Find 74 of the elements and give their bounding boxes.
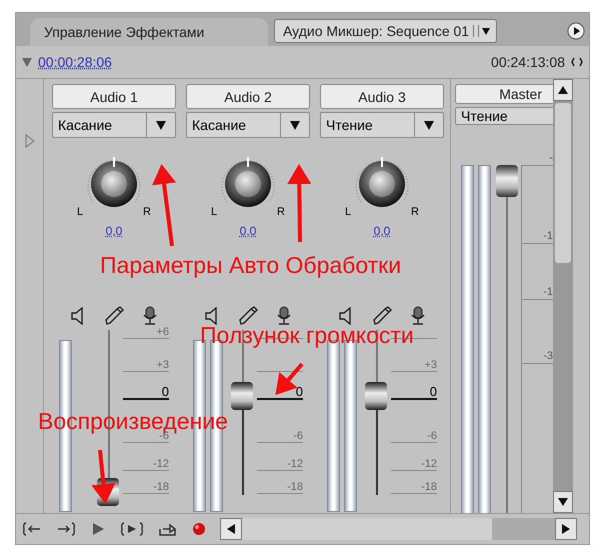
automation-dropdown[interactable]: Чтение (320, 112, 444, 138)
scale-label: -12 (153, 458, 169, 470)
scale-label: +3 (424, 359, 437, 371)
automation-dropdown[interactable]: Касание (186, 112, 310, 138)
scale-label: -3 (543, 350, 553, 362)
track-name-button[interactable]: Master (455, 84, 553, 104)
volume-fader-thumb[interactable] (496, 165, 518, 197)
caret-icon (424, 120, 434, 130)
left-label: L (345, 206, 352, 218)
pencil-icon[interactable] (104, 306, 124, 326)
pan-value[interactable]: 0,0 (240, 224, 256, 238)
scale-label: - (549, 152, 553, 164)
vertical-scrollbar[interactable] (553, 79, 573, 513)
pan-value[interactable]: 0,0 (374, 224, 390, 238)
scroll-left-icon[interactable] (227, 524, 235, 534)
horizontal-scrollbar[interactable] (220, 518, 577, 540)
annotation-text: Параметры Авто Обработки (100, 252, 402, 279)
panel-tab[interactable]: Аудио Микшер: Sequence 01 (274, 19, 498, 43)
track-name-button[interactable]: Audio 3 (320, 84, 444, 109)
annotation-text: Ползунок громкости (200, 322, 414, 349)
track-name-button[interactable]: Audio 1 (52, 84, 176, 109)
collapse-triangle-icon[interactable] (22, 58, 32, 66)
go-to-out-icon[interactable] (56, 521, 76, 537)
pencil-icon[interactable] (372, 306, 392, 326)
right-label: R (277, 206, 285, 218)
volume-fader-thumb[interactable] (231, 382, 253, 410)
caret-icon[interactable] (473, 25, 492, 37)
right-label: R (411, 206, 419, 218)
caret-icon (156, 120, 166, 130)
play-icon[interactable] (90, 521, 106, 537)
scroll-down-icon[interactable] (558, 498, 568, 506)
current-timecode[interactable]: 00:00:28:06 (38, 54, 112, 70)
automation-dropdown[interactable]: Касание (52, 112, 176, 138)
scale-label: 0 (430, 384, 437, 399)
scale-label: -12 (421, 458, 437, 470)
scale-label: +6 (156, 326, 169, 338)
fit-brackets-icon[interactable] (571, 57, 583, 67)
automation-dropdown[interactable]: Чтение (455, 107, 553, 125)
scale-label: -18 (153, 481, 169, 493)
volume-fader-thumb[interactable] (365, 382, 387, 410)
panel-tab[interactable]: Управление Эффектами (30, 18, 268, 46)
track-name-button[interactable]: Audio 2 (186, 84, 310, 109)
annotation-arrow (91, 450, 116, 504)
caret-icon (290, 120, 300, 130)
record-icon[interactable] (192, 522, 206, 536)
tab-label: Аудио Микшер: Sequence 01 (283, 23, 470, 39)
annotation-arrow (275, 362, 304, 396)
scale-label: 0 (162, 384, 169, 399)
scale-label: -1 (543, 230, 553, 242)
scale-label: -18 (287, 481, 303, 493)
loop-icon[interactable] (158, 521, 178, 537)
left-label: L (77, 206, 84, 218)
scroll-right-icon[interactable] (562, 524, 570, 534)
pan-value[interactable]: 0,0 (106, 224, 122, 238)
left-label: L (211, 206, 218, 218)
scale-label: -6 (293, 430, 303, 442)
play-in-to-out-icon[interactable] (120, 521, 144, 537)
scale-label: -1 (543, 286, 553, 298)
pencil-icon[interactable] (238, 306, 258, 326)
microphone-icon[interactable] (410, 306, 426, 326)
microphone-icon[interactable] (142, 306, 158, 326)
microphone-icon[interactable] (276, 306, 292, 326)
scroll-up-icon[interactable] (558, 86, 568, 94)
go-to-in-icon[interactable] (22, 521, 42, 537)
scale-label: -6 (427, 430, 437, 442)
duration-timecode: 00:24:13:08 (491, 54, 565, 70)
tab-label: Управление Эффектами (44, 24, 204, 40)
scale-label: 0 (296, 384, 303, 399)
scale-label: +3 (156, 359, 169, 371)
scale-label: -12 (287, 458, 303, 470)
panel-menu-icon[interactable] (567, 22, 585, 40)
right-label: R (143, 206, 151, 218)
scale-label: -18 (421, 481, 437, 493)
expand-triangle-icon[interactable] (24, 134, 34, 148)
